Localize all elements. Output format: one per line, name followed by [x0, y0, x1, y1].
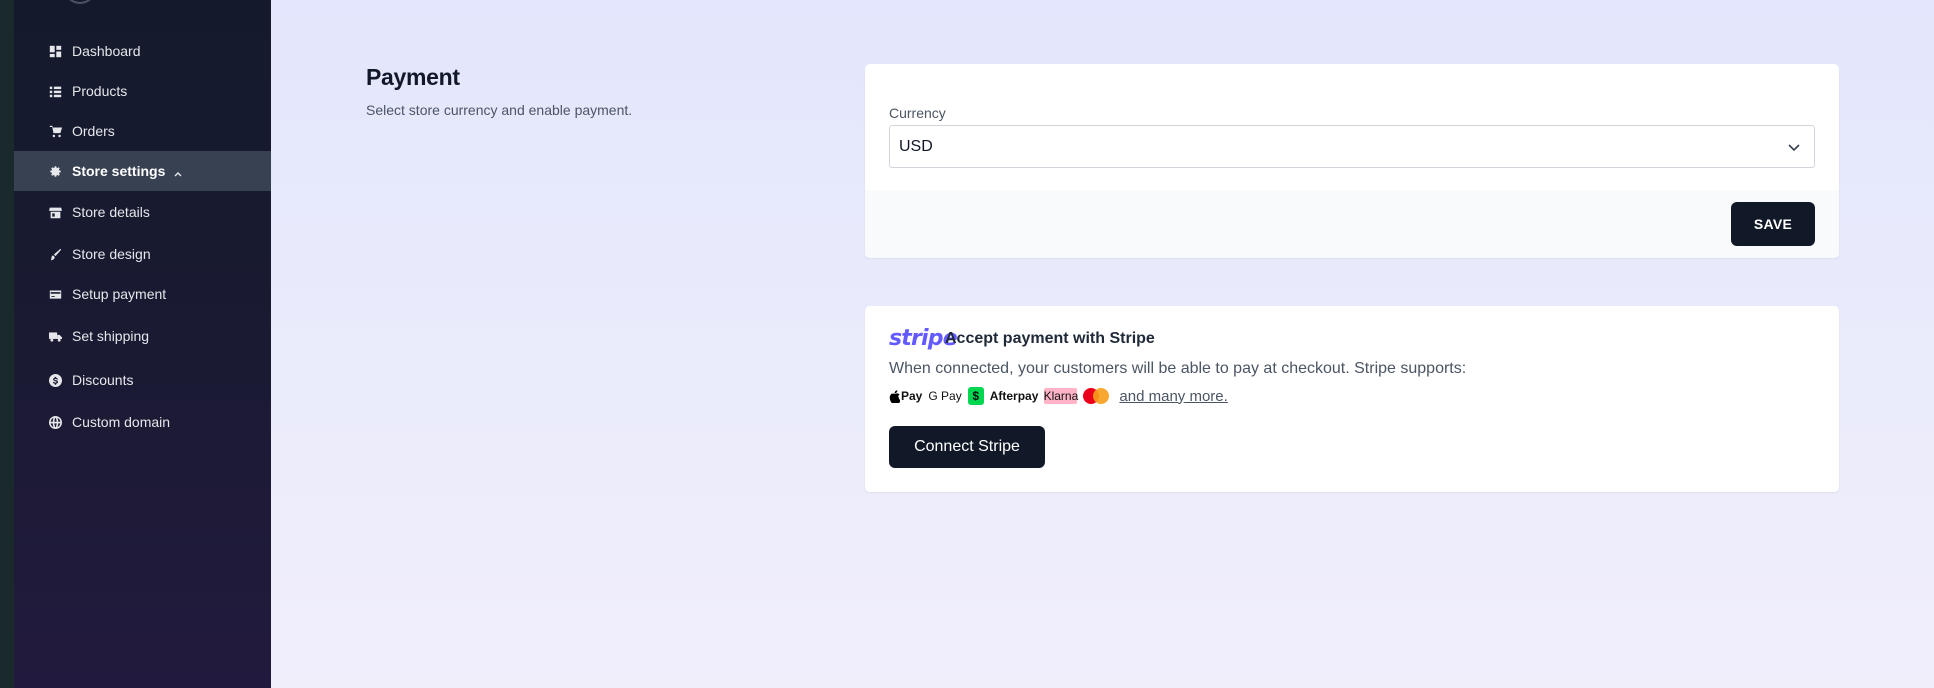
sidebar-item-store-settings[interactable]: Store settings: [14, 151, 271, 191]
page-subtitle: Select store currency and enable payment…: [366, 102, 633, 118]
stripe-card-description: When connected, your customers will be a…: [889, 360, 1467, 377]
sidebar-item-label: Store settings: [72, 163, 166, 179]
avatar[interactable]: [64, 0, 96, 4]
sidebar-item-orders[interactable]: Orders: [14, 117, 271, 145]
sidebar-item-setup-payment[interactable]: Setup payment: [14, 280, 271, 308]
sidebar: Dashboard Products Orders Store settings…: [14, 0, 271, 688]
truck-icon: [47, 328, 63, 344]
page-title: Payment: [366, 64, 460, 90]
cash-app-icon: $: [967, 387, 984, 405]
klarna-icon: Klarna: [1043, 388, 1079, 404]
stripe-card: stripe Accept payment with Stripe When c…: [865, 306, 1839, 492]
store-icon: [47, 204, 63, 220]
currency-select[interactable]: USD: [889, 125, 1815, 168]
apple-pay-label: Pay: [901, 389, 923, 403]
more-methods-link[interactable]: and many more.: [1119, 388, 1227, 405]
sidebar-item-label: Set shipping: [72, 328, 150, 344]
sidebar-item-dashboard[interactable]: Dashboard: [14, 37, 271, 65]
sidebar-item-label: Store design: [72, 246, 151, 262]
afterpay-icon: Afterpay: [989, 389, 1039, 403]
dashboard-icon: [47, 43, 63, 59]
stripe-card-title: Accept payment with Stripe: [945, 330, 1155, 347]
sidebar-item-label: Orders: [72, 123, 115, 139]
sidebar-item-discounts[interactable]: Discounts: [14, 366, 271, 394]
sidebar-item-label: Custom domain: [72, 414, 171, 430]
left-edge-strip: [0, 0, 14, 688]
sidebar-item-store-design[interactable]: Store design: [14, 240, 271, 268]
payment-methods: Pay G Pay $ Afterpay Klarna and many mor…: [889, 385, 1228, 407]
chevron-up-icon: [173, 166, 183, 177]
sidebar-item-custom-domain[interactable]: Custom domain: [14, 408, 271, 436]
currency-card: Currency USD SAVE: [865, 64, 1839, 258]
currency-select-value: USD: [899, 137, 933, 155]
save-button[interactable]: SAVE: [1731, 202, 1815, 246]
currency-card-footer: [865, 190, 1839, 258]
gear-icon: [47, 163, 63, 179]
sidebar-item-label: Discounts: [72, 372, 134, 388]
apple-pay-icon: Pay: [889, 389, 922, 403]
list-icon: [47, 83, 63, 99]
globe-icon: [47, 414, 63, 430]
sidebar-item-label: Products: [72, 83, 128, 99]
connect-stripe-button[interactable]: Connect Stripe: [889, 426, 1045, 468]
sidebar-item-label: Setup payment: [72, 286, 167, 302]
sidebar-item-products[interactable]: Products: [14, 77, 271, 105]
sidebar-item-store-details[interactable]: Store details: [14, 198, 271, 226]
cart-icon: [47, 123, 63, 139]
discount-icon: [47, 372, 63, 388]
sidebar-item-set-shipping[interactable]: Set shipping: [14, 322, 271, 350]
google-pay-icon: G Pay: [928, 389, 962, 403]
chevron-down-icon: [1786, 139, 1802, 155]
currency-label: Currency: [889, 105, 946, 121]
brush-icon: [47, 246, 63, 262]
mastercard-icon: [1083, 388, 1110, 404]
credit-card-icon: [47, 286, 63, 302]
sidebar-item-label: Dashboard: [72, 43, 141, 59]
sidebar-item-label: Store details: [72, 204, 150, 220]
